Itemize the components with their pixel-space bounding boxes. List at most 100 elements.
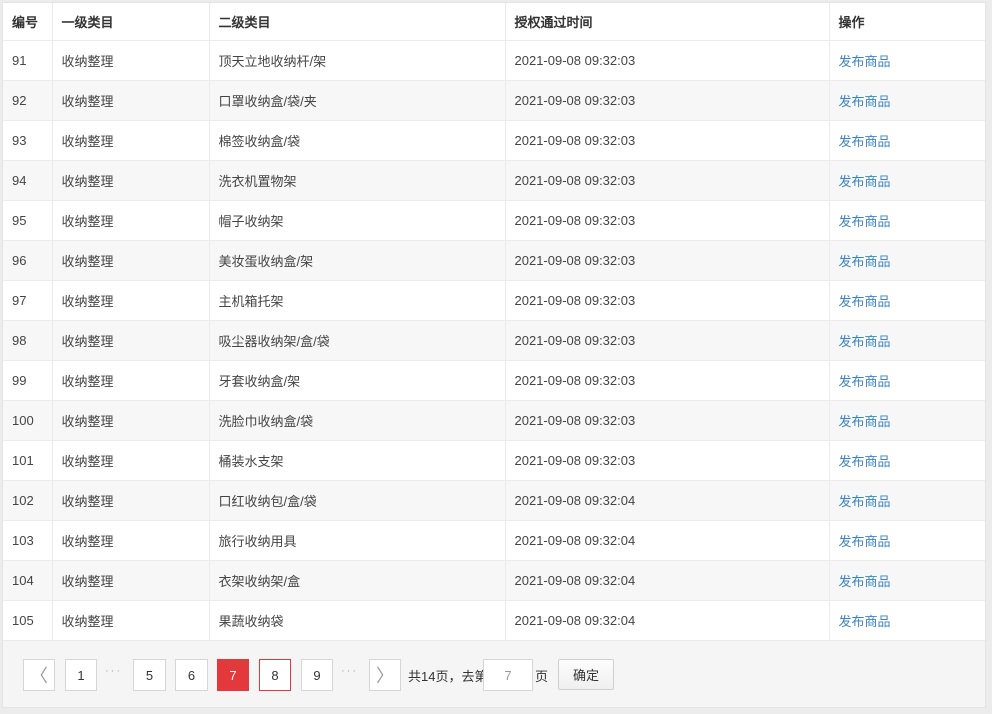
publish-product-link[interactable]: 发布商品 (839, 294, 891, 309)
cell-category-level2: 口罩收纳盒/袋/夹 (209, 80, 506, 121)
cell-action: 发布商品 (829, 480, 985, 521)
cell-category-level1: 收纳整理 (52, 520, 210, 561)
goto-page-input[interactable] (483, 659, 533, 691)
pagination-ellipsis: ··· (341, 665, 358, 677)
cell-auth-time: 2021-09-08 09:32:04 (505, 520, 830, 561)
cell-auth-time: 2021-09-08 09:32:03 (505, 80, 830, 121)
cell-category-level1: 收纳整理 (52, 240, 210, 281)
cell-category-level1: 收纳整理 (52, 400, 210, 441)
cell-category-level2: 棉签收纳盒/袋 (209, 120, 506, 161)
cell-action: 发布商品 (829, 600, 985, 641)
cell-category-level1: 收纳整理 (52, 80, 210, 121)
prev-page-button[interactable]: 〈 (23, 659, 55, 691)
cell-category-level2: 吸尘器收纳架/盒/袋 (209, 320, 506, 361)
table-row: 103 收纳整理 旅行收纳用具 2021-09-08 09:32:04 发布商品 (3, 520, 985, 561)
cell-id: 96 (3, 240, 53, 281)
cell-id: 101 (3, 440, 53, 481)
publish-product-link[interactable]: 发布商品 (839, 134, 891, 149)
publish-product-link[interactable]: 发布商品 (839, 614, 891, 629)
publish-product-link[interactable]: 发布商品 (839, 254, 891, 269)
cell-auth-time: 2021-09-08 09:32:04 (505, 560, 830, 601)
cell-id: 99 (3, 360, 53, 401)
header-auth-time: 授权通过时间 (505, 3, 830, 41)
category-panel: 编号 一级类目 二级类目 授权通过时间 操作 91 收纳整理 顶天立地收纳杆/架… (2, 2, 986, 708)
cell-action: 发布商品 (829, 520, 985, 561)
table-row: 102 收纳整理 口红收纳包/盒/袋 2021-09-08 09:32:04 发… (3, 480, 985, 521)
cell-action: 发布商品 (829, 160, 985, 201)
header-id: 编号 (3, 3, 53, 41)
cell-category-level1: 收纳整理 (52, 40, 210, 81)
cell-action: 发布商品 (829, 440, 985, 481)
cell-id: 93 (3, 120, 53, 161)
cell-auth-time: 2021-09-08 09:32:03 (505, 360, 830, 401)
cell-category-level1: 收纳整理 (52, 440, 210, 481)
cell-action: 发布商品 (829, 200, 985, 241)
table-row: 91 收纳整理 顶天立地收纳杆/架 2021-09-08 09:32:03 发布… (3, 40, 985, 81)
next-page-button[interactable]: 〉 (369, 659, 401, 691)
table-row: 93 收纳整理 棉签收纳盒/袋 2021-09-08 09:32:03 发布商品 (3, 120, 985, 161)
cell-auth-time: 2021-09-08 09:32:04 (505, 600, 830, 641)
table-row: 98 收纳整理 吸尘器收纳架/盒/袋 2021-09-08 09:32:03 发… (3, 320, 985, 361)
publish-product-link[interactable]: 发布商品 (839, 374, 891, 389)
publish-product-link[interactable]: 发布商品 (839, 534, 891, 549)
chevron-left-icon: 〈 (30, 666, 48, 686)
publish-product-link[interactable]: 发布商品 (839, 454, 891, 469)
publish-product-link[interactable]: 发布商品 (839, 214, 891, 229)
page-button-1[interactable]: 1 (65, 659, 97, 691)
publish-product-link[interactable]: 发布商品 (839, 174, 891, 189)
cell-category-level2: 顶天立地收纳杆/架 (209, 40, 506, 81)
cell-action: 发布商品 (829, 400, 985, 441)
cell-category-level1: 收纳整理 (52, 200, 210, 241)
cell-action: 发布商品 (829, 120, 985, 161)
table-row: 94 收纳整理 洗衣机置物架 2021-09-08 09:32:03 发布商品 (3, 160, 985, 201)
cell-id: 105 (3, 600, 53, 641)
page-button-9[interactable]: 9 (301, 659, 333, 691)
page-button-7-current[interactable]: 7 (217, 659, 249, 691)
page-button-5[interactable]: 5 (133, 659, 166, 691)
cell-category-level2: 牙套收纳盒/架 (209, 360, 506, 401)
publish-product-link[interactable]: 发布商品 (839, 94, 891, 109)
cell-category-level1: 收纳整理 (52, 480, 210, 521)
cell-category-level2: 衣架收纳架/盒 (209, 560, 506, 601)
table-row: 99 收纳整理 牙套收纳盒/架 2021-09-08 09:32:03 发布商品 (3, 360, 985, 401)
publish-product-link[interactable]: 发布商品 (839, 494, 891, 509)
cell-auth-time: 2021-09-08 09:32:03 (505, 120, 830, 161)
cell-id: 92 (3, 80, 53, 121)
table-row: 104 收纳整理 衣架收纳架/盒 2021-09-08 09:32:04 发布商… (3, 560, 985, 601)
authorized-category-table: 编号 一级类目 二级类目 授权通过时间 操作 91 收纳整理 顶天立地收纳杆/架… (3, 3, 985, 641)
cell-id: 98 (3, 320, 53, 361)
cell-id: 103 (3, 520, 53, 561)
confirm-goto-button[interactable]: 确定 (558, 659, 614, 690)
cell-category-level1: 收纳整理 (52, 600, 210, 641)
pagination-ellipsis: ··· (105, 665, 122, 677)
header-category-level2: 二级类目 (209, 3, 506, 41)
header-action: 操作 (829, 3, 985, 41)
total-pages-text: 共14页，去第 (408, 669, 488, 684)
cell-auth-time: 2021-09-08 09:32:04 (505, 480, 830, 521)
cell-auth-time: 2021-09-08 09:32:03 (505, 400, 830, 441)
publish-product-link[interactable]: 发布商品 (839, 54, 891, 69)
publish-product-link[interactable]: 发布商品 (839, 574, 891, 589)
page-button-8[interactable]: 8 (259, 659, 291, 691)
cell-id: 100 (3, 400, 53, 441)
cell-category-level2: 桶装水支架 (209, 440, 506, 481)
cell-auth-time: 2021-09-08 09:32:03 (505, 240, 830, 281)
cell-action: 发布商品 (829, 40, 985, 81)
cell-category-level1: 收纳整理 (52, 560, 210, 601)
cell-category-level2: 口红收纳包/盒/袋 (209, 480, 506, 521)
cell-category-level1: 收纳整理 (52, 280, 210, 321)
page-suffix-text: 页 (535, 669, 549, 684)
cell-auth-time: 2021-09-08 09:32:03 (505, 40, 830, 81)
page-button-6[interactable]: 6 (175, 659, 208, 691)
pagination: 〈 1 ··· 5 6 7 8 9 ··· 〉 共14页，去第 页 确定 (3, 641, 985, 707)
cell-action: 发布商品 (829, 80, 985, 121)
table-row: 92 收纳整理 口罩收纳盒/袋/夹 2021-09-08 09:32:03 发布… (3, 80, 985, 121)
table-row: 97 收纳整理 主机箱托架 2021-09-08 09:32:03 发布商品 (3, 280, 985, 321)
publish-product-link[interactable]: 发布商品 (839, 414, 891, 429)
publish-product-link[interactable]: 发布商品 (839, 334, 891, 349)
table-header-row: 编号 一级类目 二级类目 授权通过时间 操作 (3, 3, 985, 41)
cell-id: 95 (3, 200, 53, 241)
cell-auth-time: 2021-09-08 09:32:03 (505, 320, 830, 361)
table-row: 101 收纳整理 桶装水支架 2021-09-08 09:32:03 发布商品 (3, 440, 985, 481)
cell-category-level2: 洗衣机置物架 (209, 160, 506, 201)
